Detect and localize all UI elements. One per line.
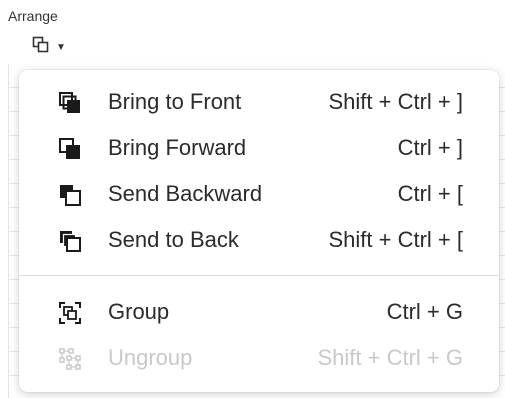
menu-item-label: Bring Forward	[108, 135, 247, 160]
menu-item-label: Ungroup	[108, 345, 193, 370]
ungroup-icon	[59, 348, 81, 370]
send-backward-icon	[59, 184, 81, 206]
menu-item-shortcut: Shift + Ctrl + [	[328, 227, 464, 252]
menu-item-label: Send to Back	[108, 227, 239, 252]
menu-item-shortcut: Ctrl + [	[397, 181, 463, 206]
menu-item-label: Send Backward	[108, 181, 263, 206]
bring-forward-icon	[59, 138, 81, 160]
menu-divider	[19, 275, 499, 276]
menu-item-bring-to-front[interactable]: Bring to Front Shift + Ctrl + ]	[19, 80, 499, 124]
arrange-menu: Bring to Front Shift + Ctrl + ] Bring Fo…	[19, 70, 499, 392]
menu-item-label: Bring to Front	[108, 89, 242, 114]
menu-item-shortcut: Ctrl + G	[386, 299, 463, 324]
send-to-back-icon	[59, 230, 81, 252]
arrange-dropdown-button[interactable]: ▼	[32, 36, 66, 59]
menu-item-send-backward[interactable]: Send Backward Ctrl + [	[19, 172, 499, 216]
menu-item-group[interactable]: Group Ctrl + G	[19, 290, 499, 334]
group-icon	[59, 302, 81, 324]
bring-to-front-icon	[59, 92, 81, 114]
arrange-icon	[32, 36, 50, 59]
menu-item-send-to-back[interactable]: Send to Back Shift + Ctrl + [	[19, 218, 499, 262]
menu-item-bring-forward[interactable]: Bring Forward Ctrl + ]	[19, 126, 499, 170]
menu-item-shortcut: Ctrl + ]	[397, 135, 463, 160]
menu-item-shortcut: Shift + Ctrl + ]	[328, 89, 464, 114]
menu-item-ungroup: Ungroup Shift + Ctrl + G	[19, 336, 499, 380]
caret-down-icon: ▼	[56, 41, 66, 53]
menu-item-shortcut: Shift + Ctrl + G	[317, 345, 464, 370]
menu-item-label: Group	[108, 299, 170, 324]
arrange-label: Arrange	[8, 8, 58, 24]
